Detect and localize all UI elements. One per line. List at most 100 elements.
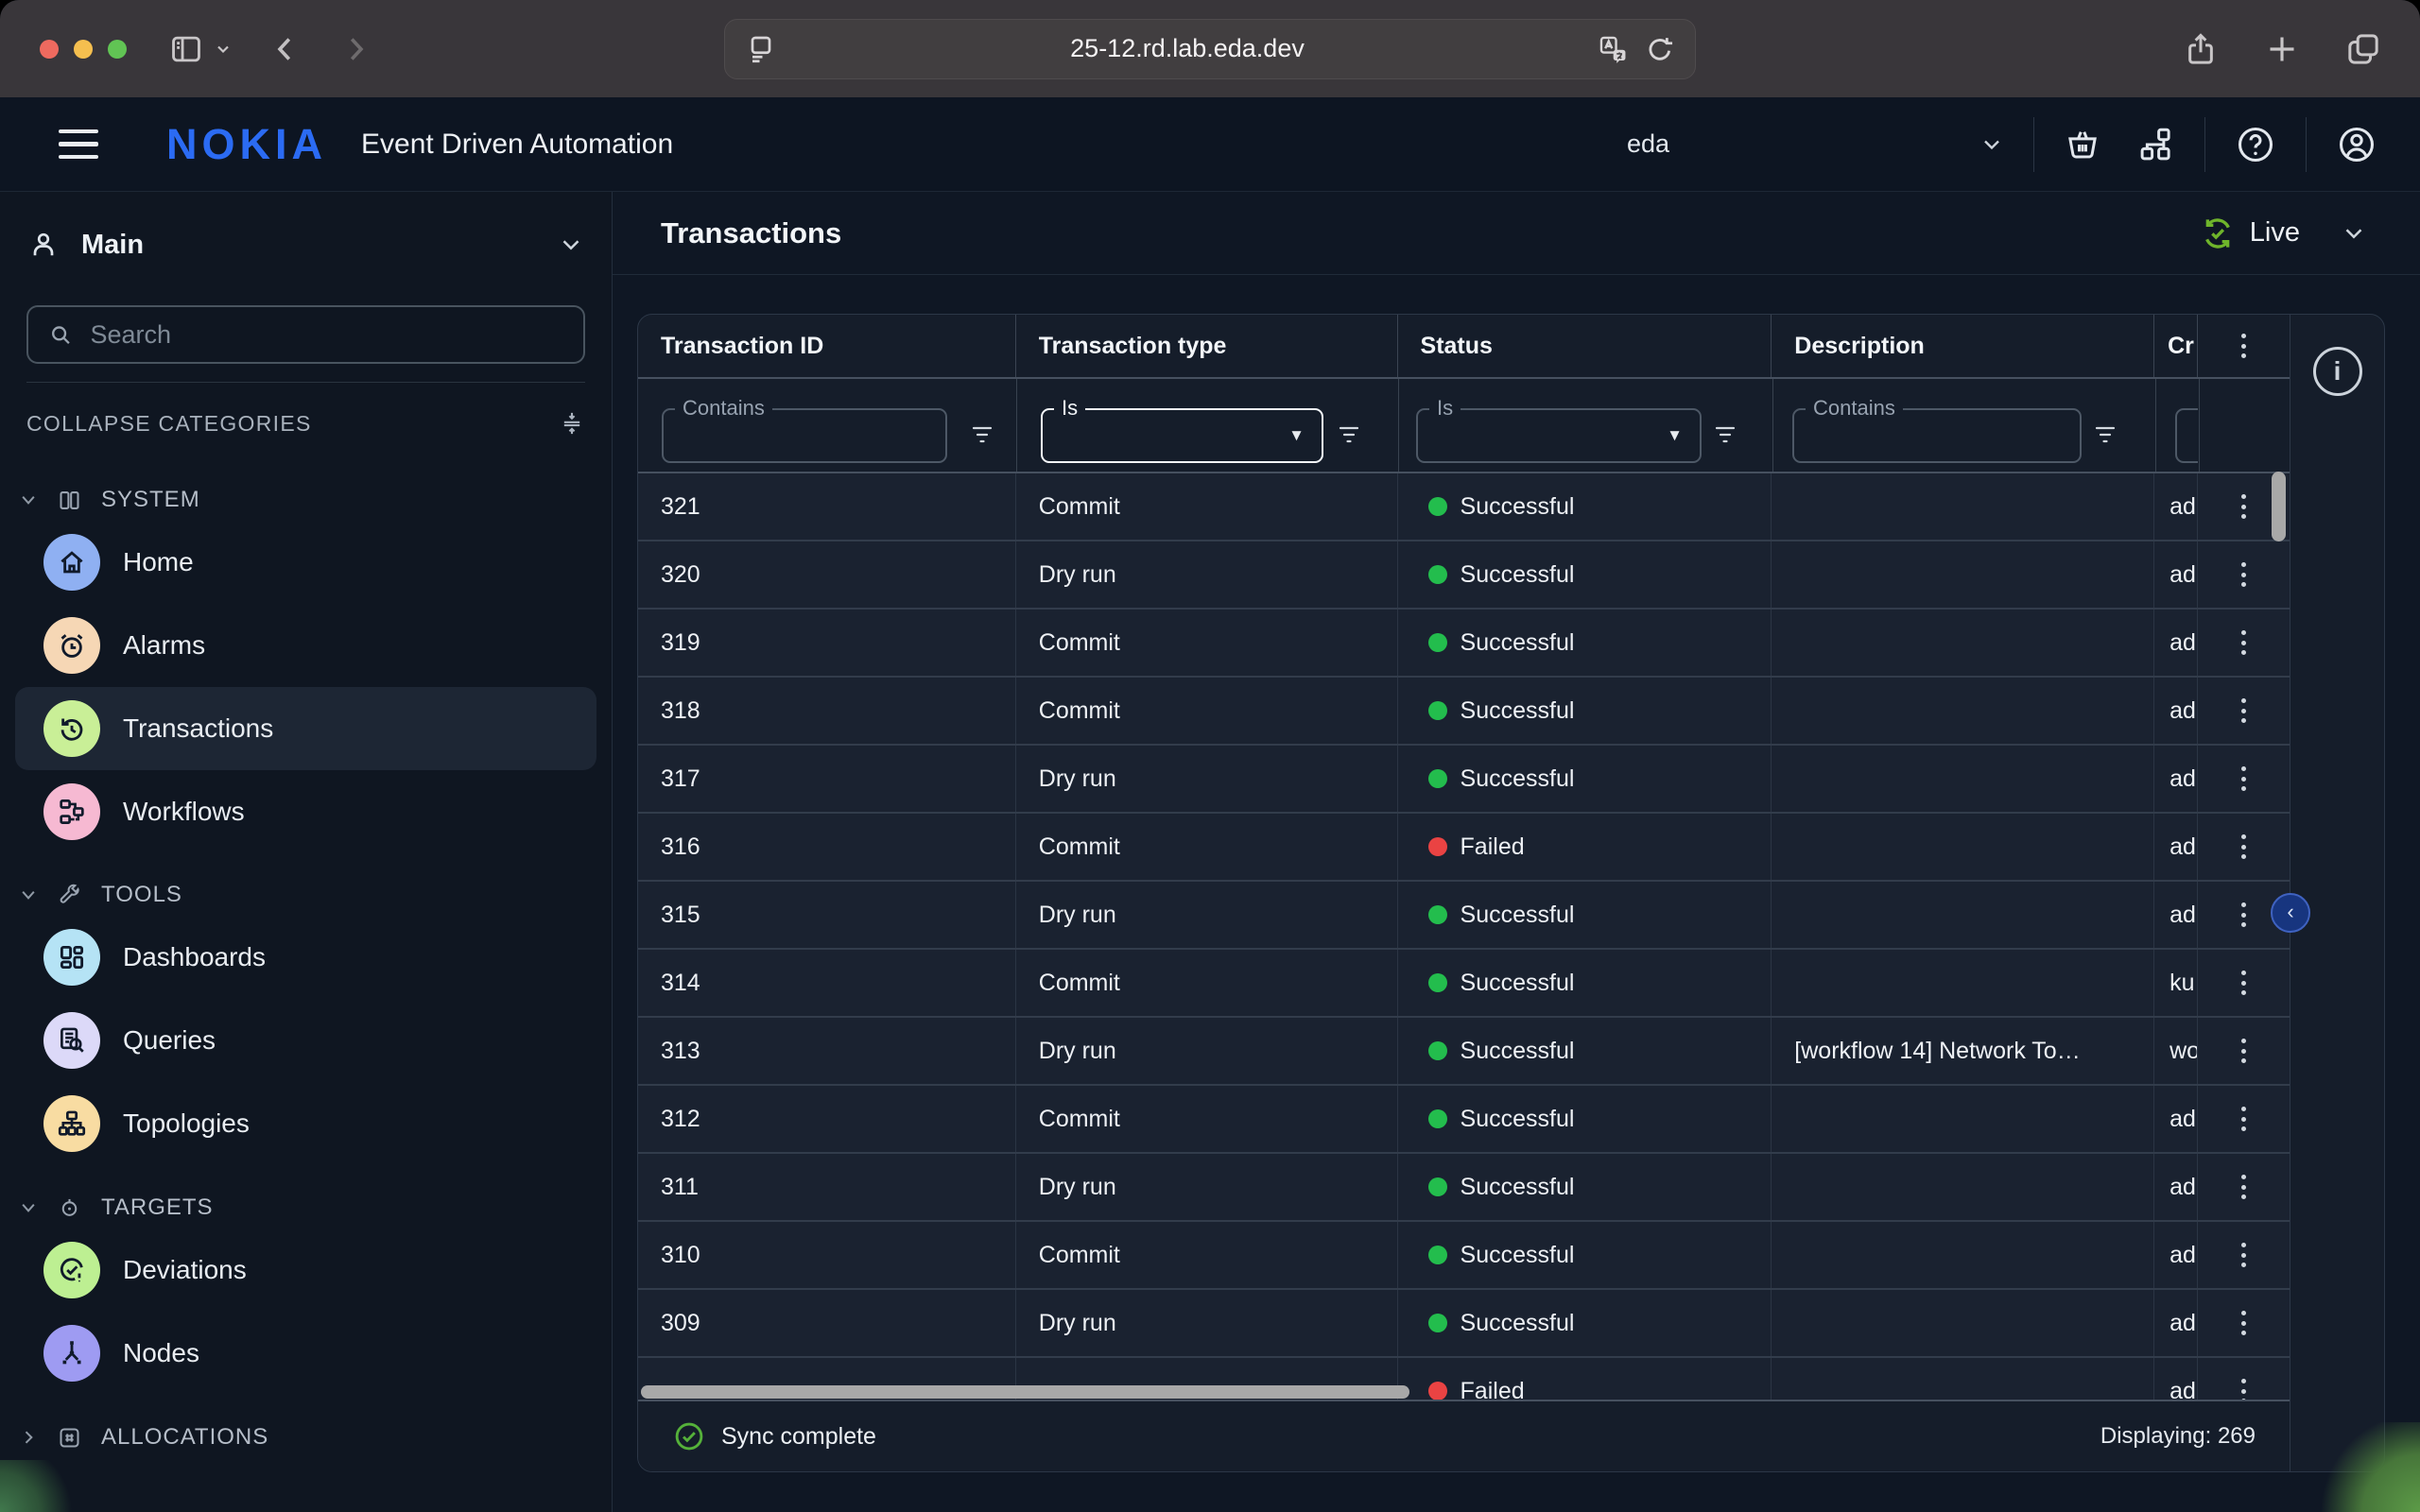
table-row[interactable]: 310 Commit Successful ad — [638, 1222, 2290, 1290]
filter-icon[interactable] — [970, 422, 994, 447]
sidebar-item-dashboards[interactable]: Dashboards — [15, 916, 596, 999]
table-row[interactable]: 315 Dry run Successful ad — [638, 882, 2290, 950]
sidebar-item-topologies[interactable]: Topologies — [15, 1082, 596, 1165]
back-button[interactable] — [268, 32, 302, 66]
filter-status-select[interactable]: Is ▼ — [1416, 408, 1702, 463]
row-actions-button[interactable] — [2198, 1086, 2290, 1152]
filter-created-input-clipped[interactable] — [2175, 379, 2198, 473]
filter-icon[interactable] — [1713, 422, 1737, 447]
column-header-status[interactable]: Status — [1398, 315, 1772, 377]
dropdown-caret-icon[interactable]: ▼ — [1288, 426, 1305, 445]
search-input[interactable] — [91, 320, 565, 350]
help-icon[interactable] — [2234, 123, 2277, 166]
row-actions-button[interactable] — [2198, 678, 2290, 744]
filter-icon[interactable] — [2093, 422, 2118, 447]
address-bar[interactable]: 25-12.rd.lab.eda.dev — [724, 19, 1696, 79]
sidebar-item-home[interactable]: Home — [15, 521, 596, 604]
sidebar-category-targets[interactable]: TARGETS — [19, 1187, 593, 1228]
horizontal-scrollbar[interactable] — [641, 1385, 1409, 1399]
kebab-menu-icon[interactable] — [2241, 630, 2246, 655]
reader-mode-icon[interactable] — [744, 32, 778, 66]
row-actions-button[interactable] — [2198, 610, 2290, 676]
filter-description-input[interactable]: Contains — [1792, 408, 2082, 463]
url-text[interactable]: 25-12.rd.lab.eda.dev — [778, 34, 1597, 63]
column-header-transaction-type[interactable]: Transaction type — [1016, 315, 1398, 377]
chevron-down-icon[interactable] — [2340, 219, 2368, 248]
sidebar-chevron-down-icon[interactable] — [214, 40, 233, 59]
zoom-window-button[interactable] — [108, 40, 127, 59]
sidebar-category-tools[interactable]: TOOLS — [19, 874, 593, 916]
table-row[interactable]: 317 Dry run Successful ad — [638, 746, 2290, 814]
table-row[interactable]: 313 Dry run Successful [workflow 14] Net… — [638, 1018, 2290, 1086]
row-actions-button[interactable] — [2198, 950, 2290, 1016]
table-row[interactable]: 320 Dry run Successful ad — [638, 541, 2290, 610]
column-header-transaction-id[interactable]: Transaction ID — [638, 315, 1016, 377]
kebab-menu-icon[interactable] — [2241, 1175, 2246, 1199]
row-actions-button[interactable] — [2198, 746, 2290, 812]
forward-button[interactable] — [338, 32, 372, 66]
sidebar-toggle-icon[interactable] — [168, 31, 204, 67]
chevron-down-icon[interactable] — [1979, 131, 2005, 158]
table-row[interactable]: 318 Commit Successful ad — [638, 678, 2290, 746]
row-actions-button[interactable] — [2198, 1290, 2290, 1356]
kebab-menu-icon[interactable] — [2241, 334, 2246, 358]
namespace-selector[interactable]: eda — [1627, 129, 2005, 159]
table-row[interactable]: 311 Dry run Successful ad — [638, 1154, 2290, 1222]
sidebar-category-system[interactable]: SYSTEM — [19, 479, 593, 521]
kebab-menu-icon[interactable] — [2241, 1107, 2246, 1131]
tab-overview-icon[interactable] — [2344, 30, 2382, 68]
kebab-menu-icon[interactable] — [2241, 1379, 2246, 1400]
sidebar-search[interactable] — [26, 305, 585, 364]
table-row[interactable]: 319 Commit Successful ad — [638, 610, 2290, 678]
sidebar-item-queries[interactable]: Queries — [15, 999, 596, 1082]
profile-selector[interactable]: Main — [26, 211, 585, 279]
live-mode-selector[interactable]: Live — [2199, 215, 2368, 252]
store-basket-icon[interactable] — [2063, 125, 2102, 164]
column-header-description[interactable]: Description — [1772, 315, 2154, 377]
close-window-button[interactable] — [40, 40, 59, 59]
row-actions-button[interactable] — [2198, 814, 2290, 880]
reload-icon[interactable] — [1644, 33, 1676, 65]
translate-icon[interactable] — [1597, 33, 1629, 65]
sidebar-item-nodes[interactable]: Nodes — [15, 1312, 596, 1395]
row-actions-button[interactable] — [2198, 541, 2290, 608]
share-icon[interactable] — [2182, 30, 2220, 68]
vertical-scrollbar[interactable] — [2272, 472, 2286, 541]
sidebar-item-alarms[interactable]: Alarms — [15, 604, 596, 687]
sidebar-item-deviations[interactable]: Deviations — [15, 1228, 596, 1312]
filter-transaction-type-select[interactable]: Is ▼ — [1041, 408, 1323, 463]
workflow-apps-icon[interactable] — [2136, 125, 2176, 164]
row-actions-button[interactable] — [2198, 1358, 2290, 1400]
table-row[interactable]: 314 Commit Successful ku — [638, 950, 2290, 1018]
table-row[interactable]: 316 Commit Failed ad — [638, 814, 2290, 882]
filter-icon[interactable] — [1337, 422, 1361, 447]
row-actions-button[interactable] — [2198, 1018, 2290, 1084]
row-actions-button[interactable] — [2198, 1154, 2290, 1220]
new-tab-icon[interactable] — [2263, 30, 2301, 68]
collapse-panel-button[interactable]: ‹ — [2271, 893, 2310, 933]
row-actions-button[interactable] — [2198, 1222, 2290, 1288]
table-row[interactable]: 321 Commit Successful ad — [638, 473, 2290, 541]
namespace-value[interactable]: eda — [1627, 129, 1669, 159]
info-icon[interactable]: i — [2313, 347, 2362, 396]
dropdown-caret-icon[interactable]: ▼ — [1667, 426, 1683, 445]
kebab-menu-icon[interactable] — [2241, 1311, 2246, 1335]
kebab-menu-icon[interactable] — [2241, 834, 2246, 859]
minimize-window-button[interactable] — [74, 40, 93, 59]
filter-transaction-id-input[interactable]: Contains — [662, 408, 947, 463]
kebab-menu-icon[interactable] — [2241, 494, 2246, 519]
column-header-created[interactable]: Cr — [2154, 315, 2198, 377]
menu-icon[interactable] — [59, 129, 98, 160]
kebab-menu-icon[interactable] — [2241, 698, 2246, 723]
kebab-menu-icon[interactable] — [2241, 562, 2246, 587]
kebab-menu-icon[interactable] — [2241, 902, 2246, 927]
kebab-menu-icon[interactable] — [2241, 971, 2246, 995]
collapse-categories-button[interactable]: COLLAPSE CATEGORIES — [26, 403, 585, 444]
table-row[interactable]: 312 Commit Successful ad — [638, 1086, 2290, 1154]
window-controls[interactable] — [40, 40, 127, 59]
sidebar-item-workflows[interactable]: Workflows — [15, 770, 596, 853]
kebab-menu-icon[interactable] — [2241, 766, 2246, 791]
user-account-icon[interactable] — [2335, 123, 2378, 166]
chevron-down-icon[interactable] — [557, 231, 585, 259]
sidebar-item-transactions[interactable]: Transactions — [15, 687, 596, 770]
